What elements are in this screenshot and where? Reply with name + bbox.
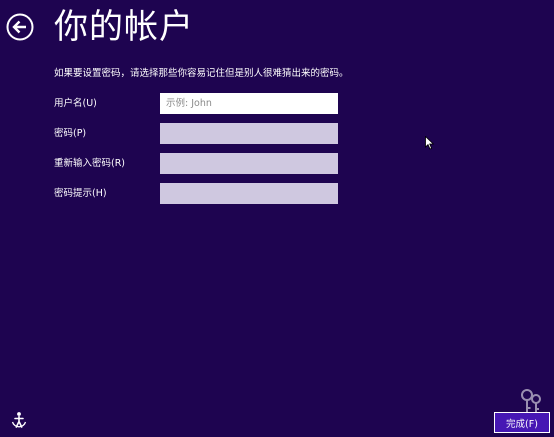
username-label: 用户名(U)	[54, 98, 97, 109]
username-row: 用户名(U)	[54, 93, 344, 114]
page-title: 你的帐户	[54, 7, 194, 47]
password-row: 密码(P)	[54, 123, 344, 144]
username-input[interactable]	[160, 93, 338, 114]
password-input[interactable]	[160, 123, 338, 144]
password-label: 密码(P)	[54, 128, 87, 139]
confirm-password-input[interactable]	[160, 153, 338, 174]
instruction-text: 如果要设置密码，请选择那些你容易记住但是别人很难猜出来的密码。	[54, 68, 349, 79]
ease-of-access-button[interactable]	[10, 411, 28, 429]
ease-of-access-icon	[11, 412, 27, 428]
password-hint-input[interactable]	[160, 183, 338, 204]
back-arrow-icon	[6, 13, 34, 41]
finish-button[interactable]: 完成(F)	[494, 412, 550, 433]
back-button[interactable]	[6, 13, 34, 41]
password-hint-row: 密码提示(H)	[54, 183, 344, 204]
mouse-pointer-icon	[425, 136, 435, 150]
password-hint-label: 密码提示(H)	[54, 188, 107, 199]
confirm-password-row: 重新输入密码(R)	[54, 153, 344, 174]
confirm-password-label: 重新输入密码(R)	[54, 158, 126, 169]
